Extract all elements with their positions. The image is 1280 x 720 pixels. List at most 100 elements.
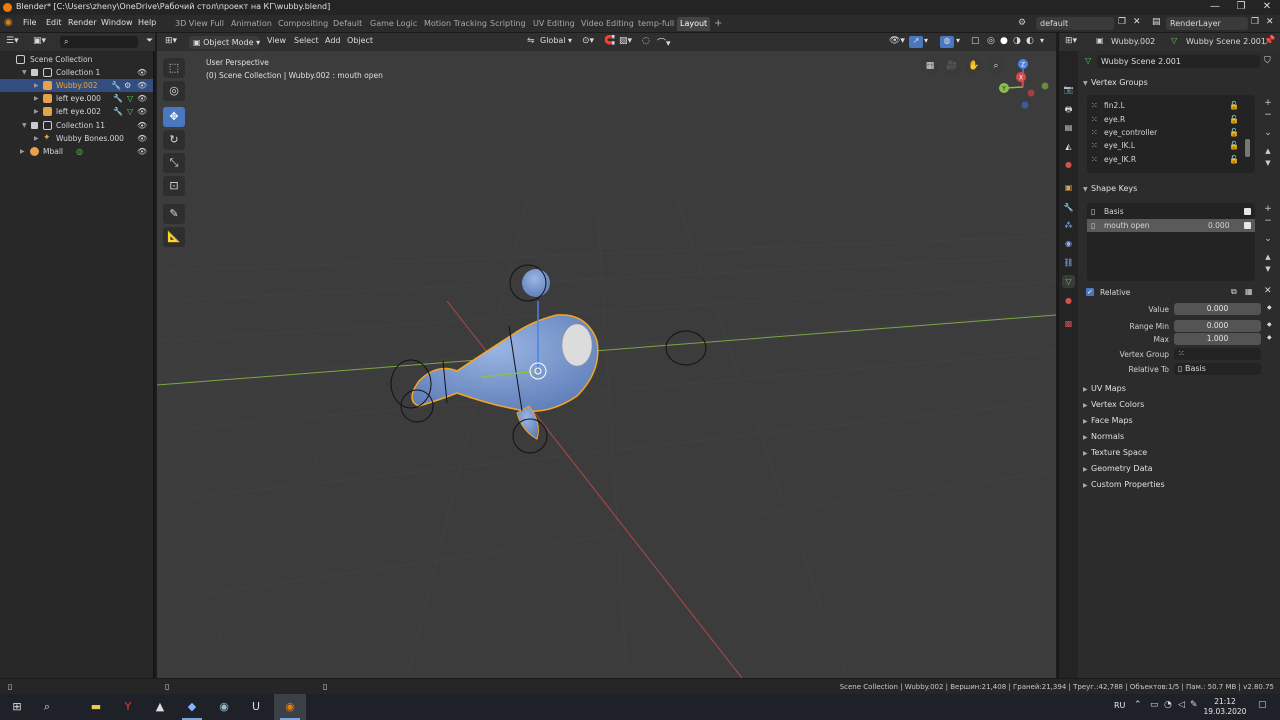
- tab-layout[interactable]: Layout: [677, 17, 711, 31]
- remove-vertex-group-button[interactable]: −: [1262, 109, 1274, 121]
- 3d-viewport[interactable]: ⊞▾ ▣ Object Mode ▾ View Select Add Objec…: [157, 33, 1056, 678]
- outliner-row-wubby-bones[interactable]: ▶ ✦ Wubby Bones.000 👁: [0, 132, 153, 145]
- range-min-field[interactable]: 0.000: [1174, 320, 1261, 332]
- chevron-down-icon[interactable]: ▾: [568, 36, 572, 45]
- shape-key-list[interactable]: ▯ Basis ▯ mouth open 0.000: [1087, 203, 1255, 281]
- unreal-engine-button[interactable]: U: [240, 694, 272, 720]
- tray-chevron-icon[interactable]: ⌃: [1134, 700, 1142, 710]
- tab-texture-icon[interactable]: ▩: [1062, 317, 1075, 330]
- pan-view-button[interactable]: ✋: [965, 57, 983, 75]
- measure-tool-button[interactable]: 📐: [163, 227, 185, 247]
- clock-time[interactable]: 21:12: [1205, 697, 1245, 706]
- pin-icon[interactable]: 📌: [1264, 36, 1275, 46]
- chevron-down-icon[interactable]: ▾: [1040, 36, 1044, 45]
- shape-key-mute-checkbox[interactable]: [1244, 222, 1251, 229]
- expand-arrow-icon[interactable]: ▶: [34, 92, 39, 105]
- expand-arrow-icon[interactable]: ▶: [20, 145, 25, 158]
- tab-physics-icon[interactable]: ◉: [1062, 237, 1075, 250]
- delete-scene-icon[interactable]: ✕: [1133, 17, 1141, 27]
- visibility-eye-icon[interactable]: 👁: [137, 105, 147, 118]
- visibility-eye-icon[interactable]: 👁: [137, 66, 147, 79]
- visibility-eye-icon[interactable]: 👁: [137, 119, 147, 132]
- relative-to-field[interactable]: ▯ Basis: [1174, 363, 1261, 375]
- scene-selector[interactable]: default: [1036, 17, 1114, 30]
- lock-icon[interactable]: 🔓: [1229, 99, 1239, 112]
- tab-world-icon[interactable]: ●: [1062, 158, 1075, 171]
- value-field[interactable]: 0.000: [1174, 303, 1261, 315]
- menu-render[interactable]: Render: [68, 18, 96, 27]
- tab-view-layer-icon[interactable]: ▤: [1062, 121, 1075, 134]
- vertex-group-list[interactable]: ⁙ fin2.L 🔓 ⁙ eye.R 🔓 ⁙ eye_controller 🔓 …: [1087, 95, 1255, 173]
- expand-arrow-icon[interactable]: ▼: [22, 66, 27, 79]
- wifi-icon[interactable]: ◔: [1164, 700, 1172, 710]
- tab-render-icon[interactable]: 📷: [1062, 83, 1075, 96]
- tab-object-icon[interactable]: ▣: [1062, 181, 1075, 194]
- outliner-row-collection-1[interactable]: ▼ Collection 1 👁: [0, 66, 153, 79]
- transform-tool-button[interactable]: ⊡: [163, 176, 185, 196]
- visibility-icon[interactable]: 👁▾: [889, 36, 905, 46]
- input-language[interactable]: RU: [1114, 701, 1125, 710]
- clock-date[interactable]: 19.03.2020: [1202, 707, 1248, 716]
- blender-menu-icon[interactable]: ◉: [4, 17, 13, 28]
- add-workspace-button[interactable]: +: [711, 17, 725, 31]
- move-up-button[interactable]: ▲: [1262, 251, 1274, 263]
- list-item[interactable]: ⁙ eye_IK.R 🔓: [1087, 153, 1255, 166]
- rendered-shading-icon[interactable]: ◐: [1026, 36, 1034, 46]
- scale-tool-button[interactable]: ⤡: [163, 153, 185, 173]
- list-item[interactable]: ⁙ fin2.L 🔓: [1087, 99, 1255, 112]
- menu-window[interactable]: Window: [101, 18, 133, 27]
- move-down-button[interactable]: ▼: [1262, 157, 1274, 169]
- keyframe-dot-icon[interactable]: ◆: [1267, 321, 1272, 328]
- file-explorer-button[interactable]: ▬: [80, 694, 112, 720]
- list-item[interactable]: ⁙ eye_controller 🔓: [1087, 126, 1255, 139]
- annotate-tool-button[interactable]: ✎: [163, 204, 185, 224]
- outliner-row-collection-11[interactable]: ▼ Collection 11 👁: [0, 119, 153, 132]
- vertex-group-menu-button[interactable]: ⌄: [1262, 127, 1274, 139]
- panel-custom-properties[interactable]: ▶ Custom Properties: [1079, 478, 1279, 492]
- visibility-eye-icon[interactable]: 👁: [137, 79, 147, 92]
- view-layer-selector[interactable]: RenderLayer: [1166, 17, 1248, 30]
- shape-key-value[interactable]: 0.000: [1208, 219, 1229, 232]
- editor-type-icon[interactable]: ⊞▾: [1065, 36, 1077, 46]
- new-view-layer-icon[interactable]: ❐: [1251, 17, 1259, 27]
- outliner-row-wubby[interactable]: ▶ Wubby.002 🔧 ⚙ 👁: [0, 79, 153, 92]
- outliner-search-input[interactable]: ⌕: [60, 36, 138, 48]
- panel-uv-maps[interactable]: ▶ UV Maps: [1079, 382, 1279, 396]
- outliner-row-mball[interactable]: ▶ Mball ◎ 👁: [0, 145, 153, 158]
- move-down-button[interactable]: ▼: [1262, 263, 1274, 275]
- new-scene-icon[interactable]: ❐: [1118, 17, 1126, 27]
- keyframe-dot-icon[interactable]: ◆: [1267, 304, 1272, 311]
- menu-add[interactable]: Add: [325, 36, 341, 45]
- relative-checkbox[interactable]: ✓: [1086, 288, 1094, 296]
- filter-icon[interactable]: ⏷: [146, 36, 153, 46]
- tab-scene-icon[interactable]: ◭: [1062, 140, 1075, 153]
- max-field[interactable]: 1.000: [1174, 333, 1261, 345]
- delete-view-layer-icon[interactable]: ✕: [1266, 17, 1274, 27]
- tab-compositing[interactable]: Compositing: [275, 17, 331, 31]
- camera-view-button[interactable]: 🎥: [943, 57, 961, 75]
- lock-icon[interactable]: 🔓: [1229, 139, 1239, 152]
- tab-output-icon[interactable]: 🖶: [1062, 103, 1075, 116]
- solid-shading-icon[interactable]: ●: [1000, 36, 1008, 46]
- tab-temp-full[interactable]: temp-full: [635, 17, 677, 31]
- shape-key-mute-checkbox[interactable]: [1244, 208, 1251, 215]
- editor-type-icon[interactable]: ☰▾: [6, 36, 19, 46]
- remove-shape-key-button[interactable]: −: [1262, 215, 1274, 227]
- windows-start-icon[interactable]: ⊞: [6, 697, 28, 717]
- fake-user-shield-icon[interactable]: ⛉: [1264, 56, 1271, 66]
- expand-arrow-icon[interactable]: ▶: [34, 105, 39, 118]
- menu-object[interactable]: Object: [347, 36, 373, 45]
- orientation-dropdown[interactable]: Global: [540, 36, 566, 45]
- whale-mesh[interactable]: [390, 264, 707, 454]
- tab-constraints-icon[interactable]: ⛓: [1062, 256, 1075, 269]
- menu-edit[interactable]: Edit: [46, 18, 62, 27]
- minimize-button[interactable]: —: [1202, 0, 1228, 15]
- snap-icon[interactable]: 🧲: [604, 36, 615, 46]
- snap-target-icon[interactable]: ▨▾: [619, 36, 632, 46]
- outliner-row-left-eye-002[interactable]: ▶ left eye.002 🔧 ▽ 👁: [0, 105, 153, 118]
- tab-scripting[interactable]: Scripting: [487, 17, 529, 31]
- proportional-edit-icon[interactable]: ◌: [642, 36, 650, 46]
- list-item[interactable]: ▯ mouth open 0.000: [1087, 219, 1255, 232]
- vertex-group-field[interactable]: ⁙: [1174, 348, 1261, 360]
- pivot-point-icon[interactable]: ⊙▾: [582, 36, 594, 46]
